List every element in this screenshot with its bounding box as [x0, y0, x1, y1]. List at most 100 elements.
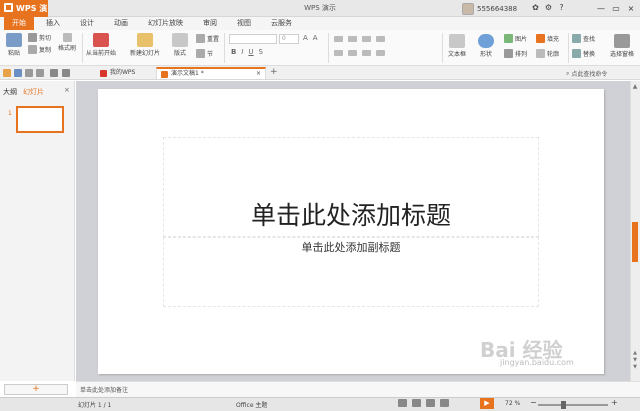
select-pane-icon: [614, 34, 630, 48]
close-tab-icon[interactable]: ×: [256, 68, 261, 80]
tab-insert[interactable]: 插入: [38, 17, 68, 30]
tab-outline[interactable]: 大纲: [0, 87, 20, 97]
bold-button[interactable]: B: [231, 48, 236, 56]
zoom-out-button[interactable]: −: [530, 398, 537, 407]
reset-button[interactable]: 重置: [196, 34, 219, 43]
shrink-font-icon[interactable]: A: [313, 34, 318, 42]
replace-label: 替换: [583, 51, 596, 58]
tab-design[interactable]: 设计: [72, 17, 102, 30]
open-icon[interactable]: [3, 69, 11, 77]
align-right-icon[interactable]: [362, 50, 371, 56]
outdent-icon[interactable]: [376, 36, 385, 42]
tab-view[interactable]: 视图: [229, 17, 259, 30]
skin-icon[interactable]: ✿: [530, 2, 541, 14]
close-panel-icon[interactable]: ×: [64, 86, 70, 94]
tab-cloud[interactable]: 云服务: [263, 17, 300, 30]
cut-button[interactable]: 剪切: [28, 33, 51, 42]
textbox-button[interactable]: 文本框: [448, 34, 466, 58]
notes-pane[interactable]: [76, 381, 640, 397]
outline-icon: [536, 49, 545, 58]
add-slide-button[interactable]: +: [4, 384, 68, 395]
tab-current-document[interactable]: 演示文稿1 * ×: [156, 67, 266, 79]
layout-button[interactable]: 版式: [172, 33, 188, 57]
justify-icon[interactable]: [376, 50, 385, 56]
from-current-button[interactable]: 从当前开始: [86, 33, 116, 57]
arrange-button[interactable]: 排列: [504, 49, 527, 58]
reading-view-icon[interactable]: [426, 399, 435, 407]
play-icon: [93, 33, 109, 47]
picture-icon: [504, 34, 513, 43]
font-name-input[interactable]: [229, 34, 277, 44]
select-pane-button[interactable]: 选择窗格: [610, 34, 634, 58]
underline-button[interactable]: U: [248, 48, 253, 56]
print-icon[interactable]: [25, 69, 33, 77]
avatar[interactable]: [462, 2, 474, 15]
tab-slides[interactable]: 幻灯片: [20, 87, 47, 97]
undo-icon[interactable]: [50, 69, 58, 77]
restore-button[interactable]: ▭: [609, 2, 623, 15]
wps-icon: [100, 69, 107, 77]
font-size-input[interactable]: 0: [279, 34, 299, 44]
tab-review[interactable]: 审阅: [195, 17, 225, 30]
minimize-button[interactable]: —: [594, 2, 608, 15]
tab-home[interactable]: 开始: [4, 17, 34, 30]
shape-label: 形状: [479, 51, 492, 58]
strike-button[interactable]: S: [259, 48, 263, 56]
shape-button[interactable]: 形状: [478, 34, 494, 58]
tab-slideshow[interactable]: 幻灯片放映: [140, 17, 191, 30]
replace-button[interactable]: 替换: [572, 49, 595, 58]
align-center-icon[interactable]: [348, 50, 357, 56]
italic-button[interactable]: I: [241, 48, 243, 56]
close-button[interactable]: ×: [624, 2, 638, 15]
paste-icon: [6, 33, 22, 47]
redo-icon[interactable]: [62, 69, 70, 77]
new-slide-button[interactable]: 新建幻灯片: [130, 33, 160, 57]
slide-thumbnail[interactable]: [16, 106, 64, 133]
format-painter-button[interactable]: 格式刷: [58, 33, 76, 52]
brush-icon: [62, 33, 72, 42]
outline-button[interactable]: 轮廓: [536, 49, 559, 58]
fill-button[interactable]: 填充: [536, 34, 559, 43]
find-button[interactable]: 查找: [572, 34, 595, 43]
slide-thumb-number: 1: [8, 110, 12, 117]
preview-icon[interactable]: [36, 69, 44, 77]
layout-icon: [172, 33, 188, 47]
slideshow-play-button[interactable]: ▶: [480, 398, 494, 409]
new-tab-button[interactable]: +: [270, 67, 278, 77]
copy-button[interactable]: 复制: [28, 45, 51, 54]
command-search[interactable]: ⌕ 点此查找命令: [566, 69, 607, 79]
format-painter-label: 格式刷: [58, 45, 77, 52]
user-account[interactable]: 555664388: [462, 2, 517, 15]
tab-my-wps[interactable]: 我的WPS: [96, 67, 139, 79]
align-controls: [334, 50, 385, 56]
zoom-in-button[interactable]: +: [611, 398, 618, 407]
sorter-view-icon[interactable]: [412, 399, 421, 407]
paste-button[interactable]: 粘贴: [6, 33, 22, 57]
indent-icon[interactable]: [362, 36, 371, 42]
grow-font-icon[interactable]: A: [303, 34, 308, 42]
find-label: 查找: [583, 36, 596, 43]
save-icon[interactable]: [14, 69, 22, 77]
settings-icon[interactable]: ⚙: [543, 2, 554, 14]
zoom-level: 72 %: [505, 400, 521, 407]
new-slide-label: 新建幻灯片: [130, 50, 161, 57]
notes-placeholder[interactable]: 单击此处添加备注: [80, 385, 128, 394]
help-icon[interactable]: ?: [556, 2, 567, 14]
section-button[interactable]: 节: [196, 49, 213, 58]
zoom-slider-knob[interactable]: [560, 401, 566, 409]
normal-view-icon[interactable]: [398, 399, 407, 407]
notes-view-icon[interactable]: [440, 399, 449, 407]
document-tab-label: 演示文稿1 *: [171, 70, 204, 77]
view-buttons: [398, 399, 449, 407]
numbering-icon[interactable]: [348, 36, 357, 42]
scroll-up-icon[interactable]: ▲: [630, 83, 640, 90]
side-tab[interactable]: [632, 222, 638, 262]
align-left-icon[interactable]: [334, 50, 343, 56]
picture-button[interactable]: 图片: [504, 34, 527, 43]
slide-subtitle-text[interactable]: 单击此处添加副标题: [163, 239, 539, 255]
bullets-icon[interactable]: [334, 36, 343, 42]
tab-animation[interactable]: 动画: [106, 17, 136, 30]
zoom-slider[interactable]: [538, 404, 608, 406]
slide-title-text[interactable]: 单击此处添加标题: [163, 196, 539, 232]
page-nav-icons[interactable]: ▲ ▼ ▼: [630, 350, 640, 371]
